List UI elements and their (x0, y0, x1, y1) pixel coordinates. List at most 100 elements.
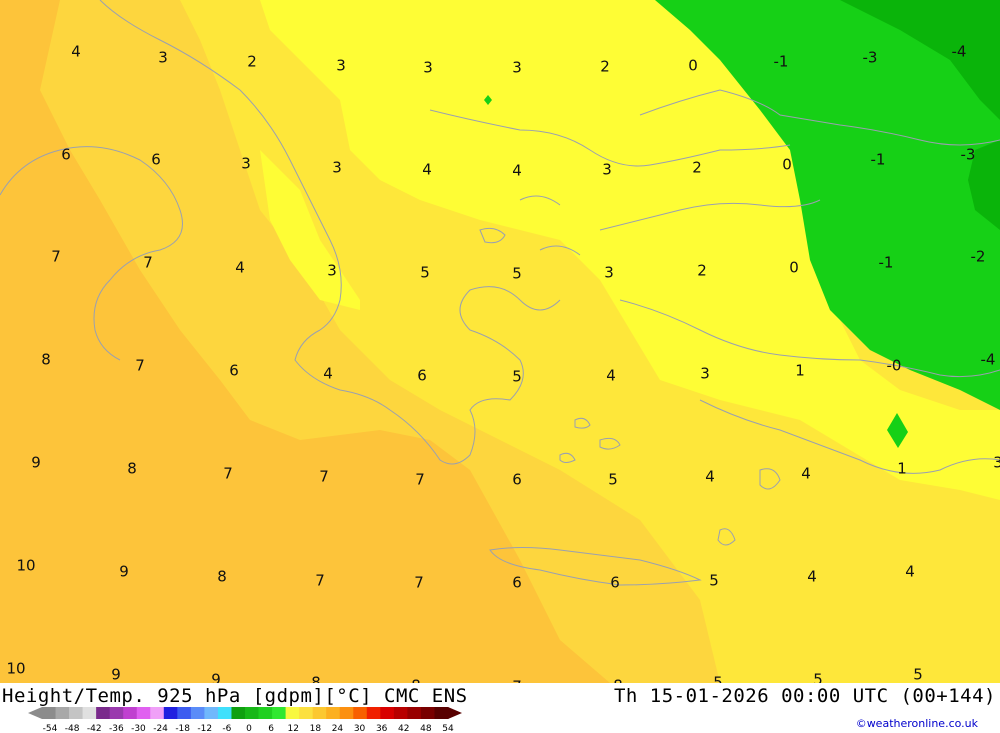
scale-color-swatch (82, 707, 97, 719)
scale-color-swatch (55, 707, 70, 719)
scale-color-swatch (258, 707, 273, 719)
scale-color-swatch (231, 707, 246, 719)
temperature-value-label: 7 (143, 254, 153, 272)
scale-color-swatch (96, 707, 111, 719)
temperature-map: 4 3 2 3 3 3 2 0 -1 -3 -4 6 6 3 3 4 4 3 2 0 -1 -3 7 7 4 3 5 5 3 2 0 -1 -2… (0, 0, 1000, 683)
temperature-value-label: 8 (217, 568, 227, 586)
scale-tick-label: -48 (65, 724, 80, 733)
scale-color-swatch (136, 707, 151, 719)
scale-tick-label: -18 (175, 724, 190, 733)
temperature-value-label: -3 (863, 49, 878, 67)
scale-color-swatch (123, 707, 138, 719)
scale-tick-label: 24 (332, 724, 344, 733)
scale-color-swatch (69, 707, 84, 719)
temperature-value-label: 7 (135, 357, 145, 375)
temperature-value-label: 8 (127, 460, 137, 478)
credit-link[interactable]: ©weatheronline.co.uk (856, 717, 978, 730)
temperature-value-label: -1 (871, 151, 886, 169)
temperature-value-label: 5 (813, 671, 823, 684)
temperature-value-label: 0 (789, 259, 799, 277)
temperature-value-label: 4 (71, 43, 81, 61)
temperature-value-label: 6 (512, 471, 522, 489)
temperature-value-label: 4 (235, 259, 245, 277)
temperature-value-label: 6 (417, 367, 427, 385)
temperature-value-label: 3 (158, 49, 168, 67)
temperature-value-label: 3 (512, 59, 522, 77)
temperature-value-label: 2 (247, 53, 257, 71)
temperature-value-label: 10 (16, 557, 35, 575)
temperature-value-label: 2 (600, 58, 610, 76)
scale-tick-label: 0 (246, 724, 252, 733)
temperature-value-label: 7 (51, 248, 61, 266)
scale-color-swatch (407, 707, 422, 719)
temperature-value-label: 7 (315, 572, 325, 590)
scale-tick-label: 12 (287, 724, 298, 733)
temperature-value-label: 3 (700, 365, 710, 383)
scale-color-swatch (312, 707, 327, 719)
temperature-value-label: 2 (692, 159, 702, 177)
scale-color-swatch (353, 707, 368, 719)
scale-tick-label: 18 (310, 724, 322, 733)
scale-tick-label: 30 (354, 724, 366, 733)
temperature-value-label: 7 (319, 468, 329, 486)
temperature-value-label: -4 (981, 351, 996, 369)
scale-color-swatch (245, 707, 260, 719)
scale-tick-label: -54 (43, 724, 58, 733)
temperature-value-label: 3 (604, 264, 614, 282)
temperature-value-label: 3 (993, 454, 1000, 472)
temperature-value-label: 6 (61, 146, 71, 164)
color-scale: -54 -48 -42 -36 -30 -24 -18 -12 -6 0 6 12 18 24 30 36 42… (28, 707, 462, 733)
temperature-value-label: 5 (608, 471, 618, 489)
temperature-value-label: 3 (332, 159, 342, 177)
temperature-value-label: 9 (31, 454, 41, 472)
temperature-value-label: 4 (705, 468, 715, 486)
scale-color-swatch (217, 707, 232, 719)
scale-color-swatch (272, 707, 287, 719)
temperature-value-label: -1 (774, 53, 789, 71)
forecast-datetime: Th 15-01-2026 00:00 UTC (00+144) (613, 685, 996, 707)
temperature-value-label: 5 (913, 666, 923, 684)
scale-tick-label: -30 (131, 724, 146, 733)
scale-tick-label: 6 (268, 724, 274, 733)
temperature-value-label: 9 (111, 666, 121, 684)
temperature-value-label: 4 (606, 367, 616, 385)
temperature-value-label: 6 (512, 574, 522, 592)
scale-color-swatch (190, 707, 205, 719)
scale-tick-label: 42 (398, 724, 409, 733)
temperature-value-label: 6 (229, 362, 239, 380)
scale-color-swatch (420, 707, 435, 719)
temperature-value-label: 10 (6, 660, 25, 678)
temperature-value-label: 7 (223, 465, 233, 483)
temperature-value-label: 5 (709, 572, 719, 590)
scale-color-swatch (326, 707, 341, 719)
temperature-value-label: -4 (952, 43, 967, 61)
scale-tick-label: -24 (153, 724, 168, 733)
scale-left-arrow (28, 707, 42, 719)
temperature-value-label: 4 (323, 365, 333, 383)
scale-color-swatch (393, 707, 408, 719)
temperature-value-label: 0 (688, 57, 698, 75)
temperature-value-label: 7 (415, 471, 425, 489)
temperature-value-label: 4 (422, 161, 432, 179)
temperature-value-label: 6 (610, 574, 620, 592)
temperature-value-label: 7 (414, 574, 424, 592)
scale-color-swatch (109, 707, 124, 719)
temperature-value-label: 4 (512, 162, 522, 180)
scale-color-swatch (42, 707, 57, 719)
scale-tick-label: -42 (87, 724, 102, 733)
scale-tick-label: 54 (442, 724, 454, 733)
temperature-value-label: 4 (801, 465, 811, 483)
temperature-value-label: 8 (41, 351, 51, 369)
temperature-value-label: -0 (887, 357, 902, 375)
temperature-value-label: 4 (807, 568, 817, 586)
scale-color-swatch (177, 707, 192, 719)
temperature-value-label: 2 (697, 262, 707, 280)
temperature-value-label: -1 (879, 254, 894, 272)
temperature-value-label: 5 (512, 368, 522, 386)
scale-tick-label: 48 (420, 724, 432, 733)
temperature-value-label: 0 (782, 156, 792, 174)
scale-right-arrow (448, 707, 462, 719)
temperature-value-label: 3 (336, 57, 346, 75)
scale-color-swatch (380, 707, 395, 719)
scale-tick-label: 36 (376, 724, 388, 733)
